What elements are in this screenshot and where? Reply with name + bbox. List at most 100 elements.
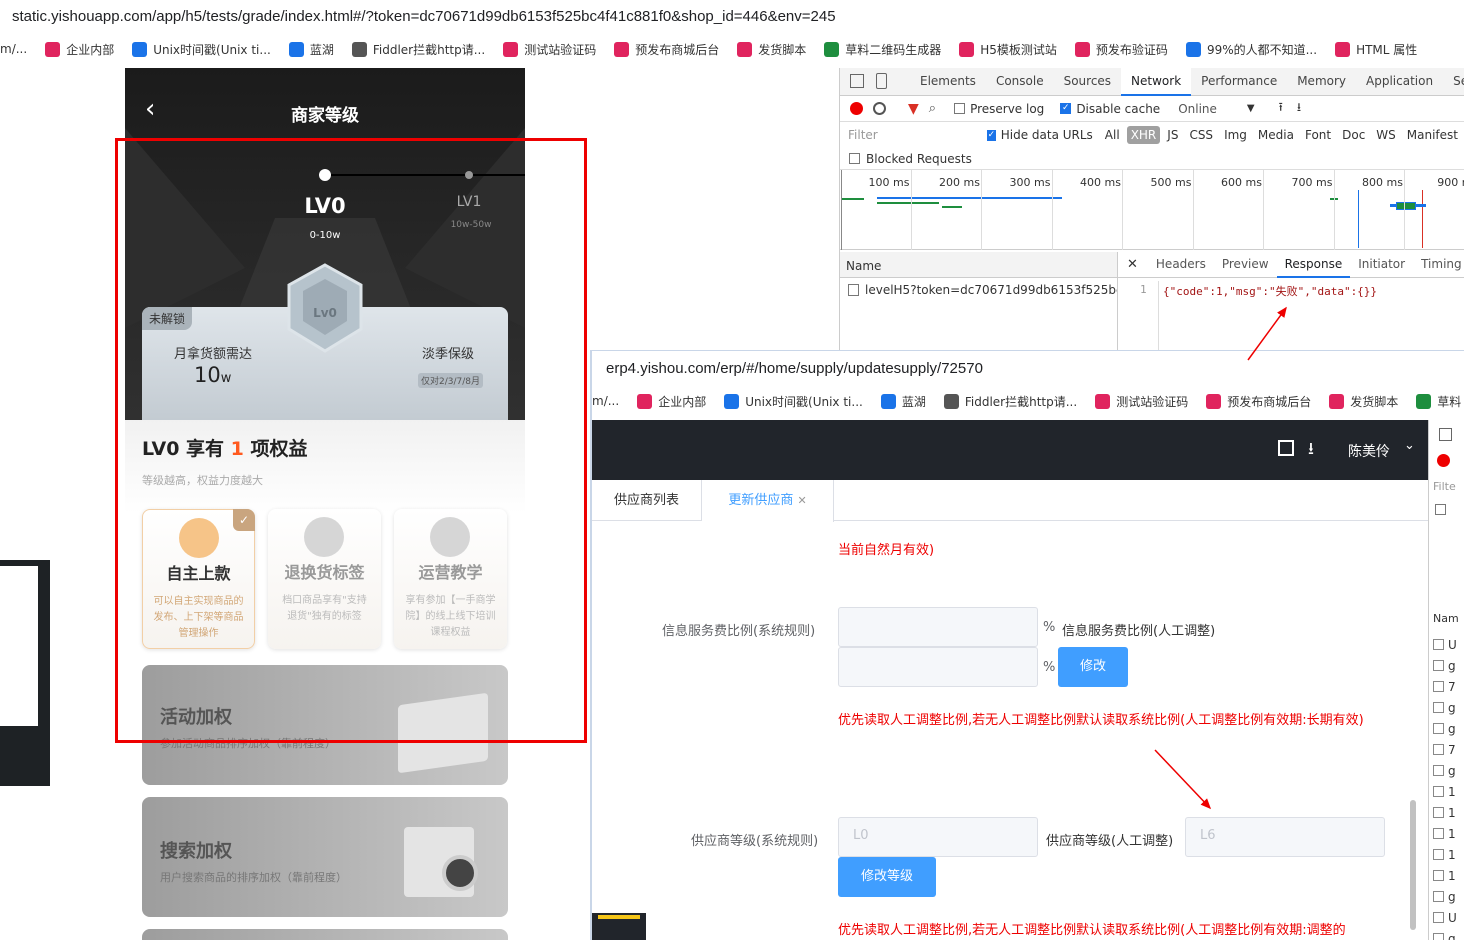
level-manual-input[interactable]: L6 xyxy=(1185,817,1385,857)
bookmark-item[interactable]: 预发布商城后台 xyxy=(1206,393,1311,410)
devtools-tab[interactable]: Performance xyxy=(1191,68,1287,96)
tab-supplier-list[interactable]: 供应商列表 xyxy=(592,480,702,521)
type-filter[interactable]: WS xyxy=(1372,126,1399,144)
bookmark-item[interactable]: 蓝湖 xyxy=(288,41,334,58)
devtools-tab[interactable]: Sources xyxy=(1054,68,1121,96)
request-row[interactable]: g xyxy=(1433,886,1464,907)
request-row[interactable]: 1 xyxy=(1433,781,1464,802)
bookmark-item[interactable]: m/... xyxy=(592,394,619,408)
type-filter[interactable]: All xyxy=(1101,126,1124,144)
bookmark-item[interactable]: Unix时间戳(Unix ti... xyxy=(132,41,271,58)
fee-manual-input[interactable] xyxy=(838,647,1038,687)
type-filter[interactable]: CSS xyxy=(1185,126,1217,144)
blocked-checkbox[interactable] xyxy=(849,153,860,164)
request-row[interactable]: U xyxy=(1433,634,1464,655)
request-row[interactable]: g xyxy=(1433,718,1464,739)
bookmark-item[interactable]: 测试站验证码 xyxy=(1095,393,1188,410)
chart-icon[interactable] xyxy=(1278,440,1294,456)
search-weight-card[interactable]: 搜索加权 用户搜索商品的排序加权（靠前程度） xyxy=(142,797,508,917)
detail-tab[interactable]: Initiator xyxy=(1350,251,1413,278)
detail-tab[interactable]: Timing xyxy=(1413,251,1464,278)
request-row[interactable]: 7 xyxy=(1433,676,1464,697)
scrollbar-thumb[interactable] xyxy=(1410,800,1416,930)
type-filter[interactable]: Img xyxy=(1220,126,1251,144)
record-icon[interactable] xyxy=(850,102,863,115)
bookmark-item[interactable]: 发货脚本 xyxy=(1329,393,1398,410)
bookmark-item[interactable]: 99%的人都不知道... xyxy=(1185,41,1317,58)
hide-data-urls-checkbox[interactable]: ✓ xyxy=(986,129,996,141)
inspect-icon[interactable] xyxy=(850,74,864,88)
level-sys-input[interactable]: L0 xyxy=(838,817,1038,857)
chevron-down-icon[interactable]: ⌄ xyxy=(1404,438,1415,453)
inspect-icon[interactable] xyxy=(1439,428,1452,441)
request-row[interactable]: 1 xyxy=(1433,823,1464,844)
fee-sys-input[interactable] xyxy=(838,607,1038,647)
request-row[interactable]: levelH5?token=dc70671d99db6153f525bc4f..… xyxy=(840,278,1117,302)
bookmark-item[interactable]: Fiddler拦截http请... xyxy=(943,393,1077,410)
devtools-tab[interactable]: Console xyxy=(986,68,1054,96)
close-icon[interactable]: ✕ xyxy=(797,494,806,507)
device-icon[interactable] xyxy=(876,73,887,89)
record-icon[interactable] xyxy=(1437,454,1450,467)
throttle-select[interactable]: Online xyxy=(1178,102,1217,116)
browser-url-bar[interactable]: static.yishouapp.com/app/h5/tests/grade/… xyxy=(0,0,1464,34)
scrollbar-track[interactable] xyxy=(1410,550,1418,930)
download-icon[interactable]: ⭳ xyxy=(1308,436,1314,465)
search-icon[interactable]: ⌕ xyxy=(929,101,936,116)
erp-url-bar[interactable]: erp4.yishou.com/erp/#/home/supply/update… xyxy=(592,350,1464,386)
chevron-down-icon[interactable]: ▼ xyxy=(1247,103,1255,114)
type-filter[interactable]: Media xyxy=(1254,126,1298,144)
checkbox[interactable] xyxy=(1435,504,1446,515)
filter-input[interactable]: Filter xyxy=(848,128,975,142)
bookmark-item[interactable]: 预发布验证码 xyxy=(1074,41,1168,58)
request-row[interactable]: U xyxy=(1433,907,1464,928)
request-row[interactable]: 1 xyxy=(1433,802,1464,823)
devtools-tab[interactable]: Elements xyxy=(910,68,986,96)
request-row[interactable]: g xyxy=(1433,697,1464,718)
bookmark-item[interactable]: 发货脚本 xyxy=(737,41,806,58)
request-row[interactable]: g xyxy=(1433,928,1464,940)
preserve-log-checkbox[interactable] xyxy=(954,103,966,114)
type-filter[interactable]: XHR xyxy=(1126,126,1161,144)
user-name[interactable]: 陈美伶 xyxy=(1348,441,1390,461)
download-icon[interactable]: ⭳ xyxy=(1297,98,1301,119)
devtools-tab[interactable]: Network xyxy=(1121,68,1192,96)
bookmark-item[interactable]: m/... xyxy=(0,42,27,56)
bookmark-item[interactable]: 蓝湖 xyxy=(880,393,926,410)
bookmark-item[interactable]: Fiddler拦截http请... xyxy=(351,41,485,58)
request-row[interactable]: 7 xyxy=(1433,739,1464,760)
bookmark-item[interactable]: Unix时间戳(Unix ti... xyxy=(724,393,863,410)
disable-cache-checkbox[interactable]: ✓ xyxy=(1060,103,1072,114)
bookmark-item[interactable]: HTML 属性 xyxy=(1335,41,1417,58)
detail-tab[interactable]: Preview xyxy=(1214,251,1277,278)
devtools-tab[interactable]: Application xyxy=(1356,68,1443,96)
bookmark-item[interactable]: H5模板测试站 xyxy=(959,41,1057,58)
request-row[interactable]: 1 xyxy=(1433,865,1464,886)
bookmark-item[interactable]: 企业内部 xyxy=(637,393,706,410)
type-filter[interactable]: JS xyxy=(1163,126,1182,144)
network-timeline[interactable]: 100 ms 200 ms 300 ms 400 ms 500 ms 600 ms 700 … xyxy=(840,170,1464,250)
bookmark-item[interactable]: 企业内部 xyxy=(45,41,114,58)
bookmark-item[interactable]: 草料 xyxy=(1416,393,1461,410)
request-row[interactable]: g xyxy=(1433,760,1464,781)
bookmark-item[interactable]: 草料二维码生成器 xyxy=(824,41,941,58)
bookmark-item[interactable]: 预发布商城后台 xyxy=(614,41,719,58)
type-filter[interactable]: Doc xyxy=(1338,126,1369,144)
type-filter[interactable]: Manifest xyxy=(1403,126,1462,144)
close-icon[interactable]: ✕ xyxy=(1127,257,1138,272)
request-row[interactable]: 1 xyxy=(1433,844,1464,865)
name-column-header[interactable]: Name xyxy=(840,252,1117,278)
devtools-tab[interactable]: Memory xyxy=(1287,68,1356,96)
filter-icon[interactable]: ▼ xyxy=(908,101,919,117)
modify-button[interactable]: 修改 xyxy=(1058,647,1128,687)
detail-tab[interactable]: Response xyxy=(1276,251,1351,278)
tab-update-supplier[interactable]: 更新供应商 ✕ xyxy=(702,480,834,522)
bookmark-item[interactable]: 测试站验证码 xyxy=(503,41,596,58)
clear-icon[interactable] xyxy=(873,102,886,115)
type-filter[interactable]: Font xyxy=(1301,126,1335,144)
request-row[interactable]: g xyxy=(1433,655,1464,676)
detail-tab[interactable]: Headers xyxy=(1148,251,1214,278)
upload-icon[interactable]: ⭱ xyxy=(1279,98,1283,119)
devtools-tab[interactable]: Secur xyxy=(1443,68,1464,96)
modify-level-button[interactable]: 修改等级 xyxy=(838,857,936,897)
